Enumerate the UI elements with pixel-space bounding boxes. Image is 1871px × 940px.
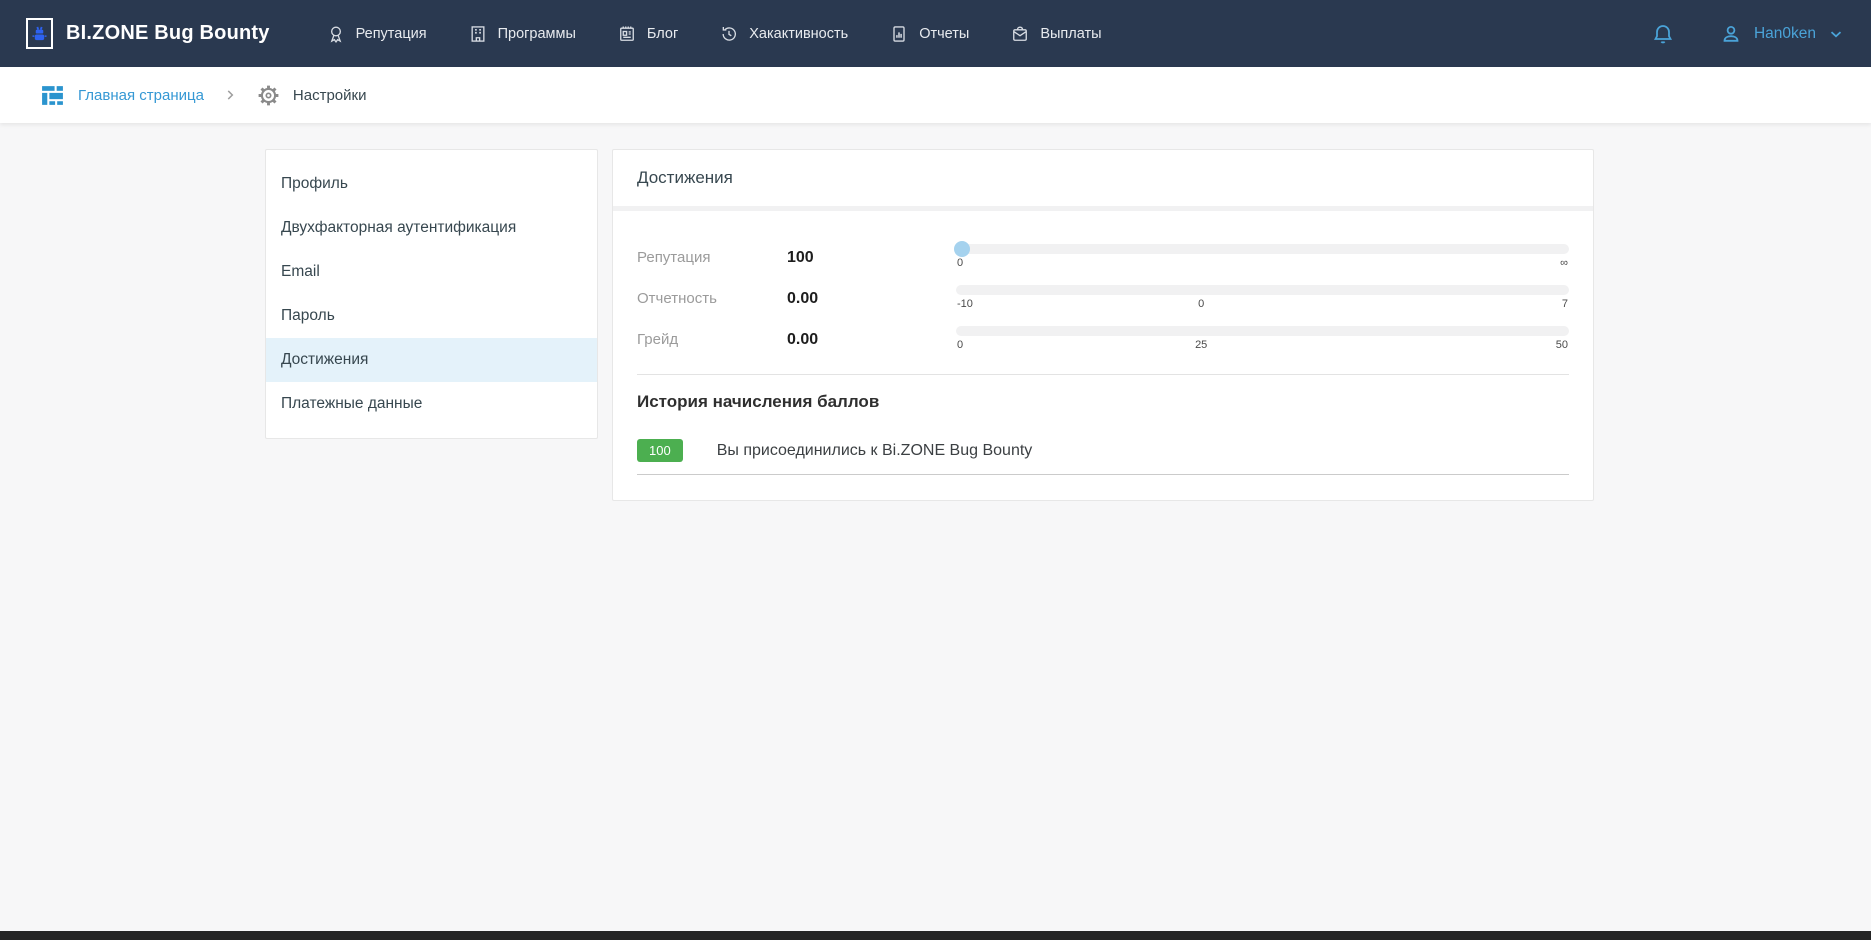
- event-text: Вы присоединились к Bi.ZONE Bug Bounty: [717, 442, 1033, 460]
- report-icon: [889, 24, 909, 44]
- panel-body: Репутация 100 0 ∞ Отчетность 0.00: [613, 211, 1593, 500]
- history-title: История начисления баллов: [637, 392, 1569, 412]
- settings-sidebar: Профиль Двухфакторная аутентификация Ema…: [265, 149, 598, 439]
- stat-label: Отчетность: [637, 290, 787, 307]
- payments-icon: [1010, 24, 1030, 44]
- footer-edge: [0, 931, 1871, 940]
- breadcrumb: Главная страница Настройки: [0, 67, 1871, 123]
- nav-item-reports[interactable]: Отчеты: [889, 24, 969, 44]
- stat-row-reputation: Репутация 100 0 ∞: [637, 237, 1569, 278]
- nav-item-reputation[interactable]: Репутация: [326, 24, 427, 44]
- brand-title: BI.ZONE Bug Bounty: [66, 22, 270, 45]
- username: Han0ken: [1754, 25, 1816, 43]
- nav-item-label: Выплаты: [1040, 26, 1101, 42]
- scale-min: 0: [957, 339, 963, 351]
- scale-max: ∞: [1560, 257, 1568, 269]
- nav-item-programs[interactable]: Программы: [468, 24, 576, 44]
- nav-item-label: Хакактивность: [749, 26, 848, 42]
- nav-item-payments[interactable]: Выплаты: [1010, 24, 1101, 44]
- history-icon: [719, 24, 739, 44]
- gear-icon: [256, 83, 281, 108]
- nav-item-label: Репутация: [356, 26, 427, 42]
- reporting-slider: -10 0 7: [956, 278, 1569, 311]
- slider-track: [956, 326, 1569, 336]
- history-event-row: 100 Вы присоединились к Bi.ZONE Bug Boun…: [637, 439, 1569, 475]
- chevron-right-icon: [223, 88, 237, 102]
- sidebar-item-payment-data[interactable]: Платежные данные: [266, 382, 597, 426]
- stat-label: Репутация: [637, 249, 787, 266]
- dashboard-icon: [40, 83, 65, 108]
- slider-scale: -10 0 7: [956, 297, 1569, 311]
- main-menu: Репутация Программы Блог: [326, 24, 1102, 44]
- scale-max: 7: [1562, 298, 1568, 310]
- bug-icon: [32, 26, 47, 41]
- building-icon: [468, 24, 488, 44]
- sidebar-item-profile[interactable]: Профиль: [266, 162, 597, 206]
- bell-icon[interactable]: [1651, 22, 1675, 46]
- breadcrumb-current: Настройки: [256, 83, 367, 108]
- user-icon: [1719, 22, 1743, 46]
- stat-value: 0.00: [787, 290, 956, 308]
- stat-label: Грейд: [637, 331, 787, 348]
- scale-max: 50: [1556, 339, 1568, 351]
- newspaper-icon: [617, 24, 637, 44]
- breadcrumb-home-link[interactable]: Главная страница: [40, 83, 204, 108]
- history-divider: [637, 374, 1569, 375]
- sidebar-item-2fa[interactable]: Двухфакторная аутентификация: [266, 206, 597, 250]
- slider-scale: 0 ∞: [956, 256, 1569, 270]
- chevron-down-icon: [1827, 25, 1845, 43]
- user-menu[interactable]: Han0ken: [1719, 22, 1845, 46]
- slider-scale: 0 25 50: [956, 338, 1569, 352]
- breadcrumb-home-label: Главная страница: [78, 87, 204, 104]
- scale-min: -10: [957, 298, 973, 310]
- grade-slider: 0 25 50: [956, 319, 1569, 352]
- sidebar-item-achievements[interactable]: Достижения: [266, 338, 597, 382]
- points-badge: 100: [637, 439, 683, 462]
- scale-mid: 0: [1198, 298, 1204, 310]
- nav-item-label: Отчеты: [919, 26, 969, 42]
- nav-item-label: Программы: [498, 26, 576, 42]
- nav-item-label: Блог: [647, 26, 678, 42]
- stat-value: 0.00: [787, 331, 956, 349]
- stat-row-reporting: Отчетность 0.00 -10 0 7: [637, 278, 1569, 319]
- slider-track: [956, 244, 1569, 254]
- slider-handle[interactable]: [954, 241, 970, 257]
- stat-value: 100: [787, 249, 956, 267]
- nav-item-blog[interactable]: Блог: [617, 24, 678, 44]
- bizone-logo[interactable]: [26, 18, 53, 49]
- page-content: Профиль Двухфакторная аутентификация Ema…: [0, 123, 1871, 940]
- slider-track: [956, 285, 1569, 295]
- panel-title: Достижения: [613, 150, 1593, 206]
- achievements-panel: Достижения Репутация 100 0 ∞: [612, 149, 1594, 501]
- nav-item-hacktivity[interactable]: Хакактивность: [719, 24, 848, 44]
- breadcrumb-separator: [223, 88, 237, 102]
- medal-icon: [326, 24, 346, 44]
- sidebar-item-email[interactable]: Email: [266, 250, 597, 294]
- scale-mid: 25: [1195, 339, 1207, 351]
- navbar-right: Han0ken: [1651, 22, 1845, 46]
- top-navbar: BI.ZONE Bug Bounty Репутация Программы: [0, 0, 1871, 67]
- sidebar-item-password[interactable]: Пароль: [266, 294, 597, 338]
- scale-min: 0: [957, 257, 963, 269]
- stat-row-grade: Грейд 0.00 0 25 50: [637, 319, 1569, 360]
- reputation-slider: 0 ∞: [956, 237, 1569, 270]
- breadcrumb-current-label: Настройки: [293, 87, 367, 104]
